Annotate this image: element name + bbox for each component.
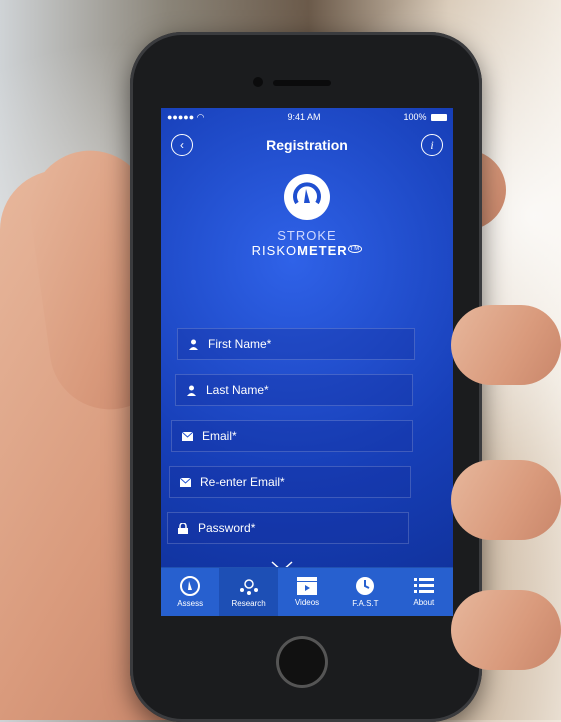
app-logo: STROKE RISKOMETER TM xyxy=(161,174,453,258)
back-chevron-icon[interactable]: ‹ xyxy=(171,134,193,156)
tab-about[interactable]: About xyxy=(395,568,453,616)
re-enter-email-field[interactable]: Re-enter Email* xyxy=(169,466,411,498)
clock-icon xyxy=(356,577,375,595)
password-field[interactable]: Password* xyxy=(167,512,409,544)
lock-icon xyxy=(178,522,192,534)
tab-bar: Assess Research Videos F.A.S.T About xyxy=(161,567,453,616)
brand-line-1: STROKE xyxy=(277,228,337,243)
page-title: Registration xyxy=(266,137,348,153)
last-name-field[interactable]: Last Name* xyxy=(175,374,413,406)
clapper-icon xyxy=(297,577,318,595)
gauge-icon xyxy=(180,576,201,596)
envelope-icon xyxy=(180,477,194,487)
app-screen: ●●●●● ◠ 9:41 AM 100% ‹ Registration i ST… xyxy=(161,108,453,616)
tab-fast[interactable]: F.A.S.T xyxy=(336,568,394,616)
status-bar: ●●●●● ◠ 9:41 AM 100% xyxy=(161,108,453,126)
email-field[interactable]: Email* xyxy=(171,420,413,452)
tab-assess[interactable]: Assess xyxy=(161,568,219,616)
home-button[interactable] xyxy=(276,636,328,688)
hand-finger-2 xyxy=(451,305,561,385)
signal-icon: ●●●●● ◠ xyxy=(167,111,205,122)
person-icon xyxy=(188,339,202,350)
first-name-field[interactable]: First Name* xyxy=(177,328,415,360)
info-icon[interactable]: i xyxy=(421,134,443,156)
research-icon xyxy=(239,579,258,595)
brand-line-2: RISKOMETER TM xyxy=(251,243,363,258)
envelope-icon xyxy=(182,431,196,441)
earpiece-speaker xyxy=(273,80,331,86)
front-camera xyxy=(253,77,263,87)
gauge-logo-icon xyxy=(284,174,330,220)
tab-research[interactable]: Research xyxy=(219,568,278,616)
list-icon xyxy=(413,578,434,593)
person-icon xyxy=(186,385,200,396)
phone-device: ●●●●● ◠ 9:41 AM 100% ‹ Registration i ST… xyxy=(130,32,482,722)
hand-finger-4 xyxy=(451,590,561,670)
battery-icon xyxy=(431,114,447,122)
battery-indicator: 100% xyxy=(403,112,447,122)
status-time: 9:41 AM xyxy=(287,112,321,122)
navigation-bar: ‹ Registration i xyxy=(161,126,453,164)
tab-videos[interactable]: Videos xyxy=(278,568,336,616)
hand-finger-3 xyxy=(451,460,561,540)
